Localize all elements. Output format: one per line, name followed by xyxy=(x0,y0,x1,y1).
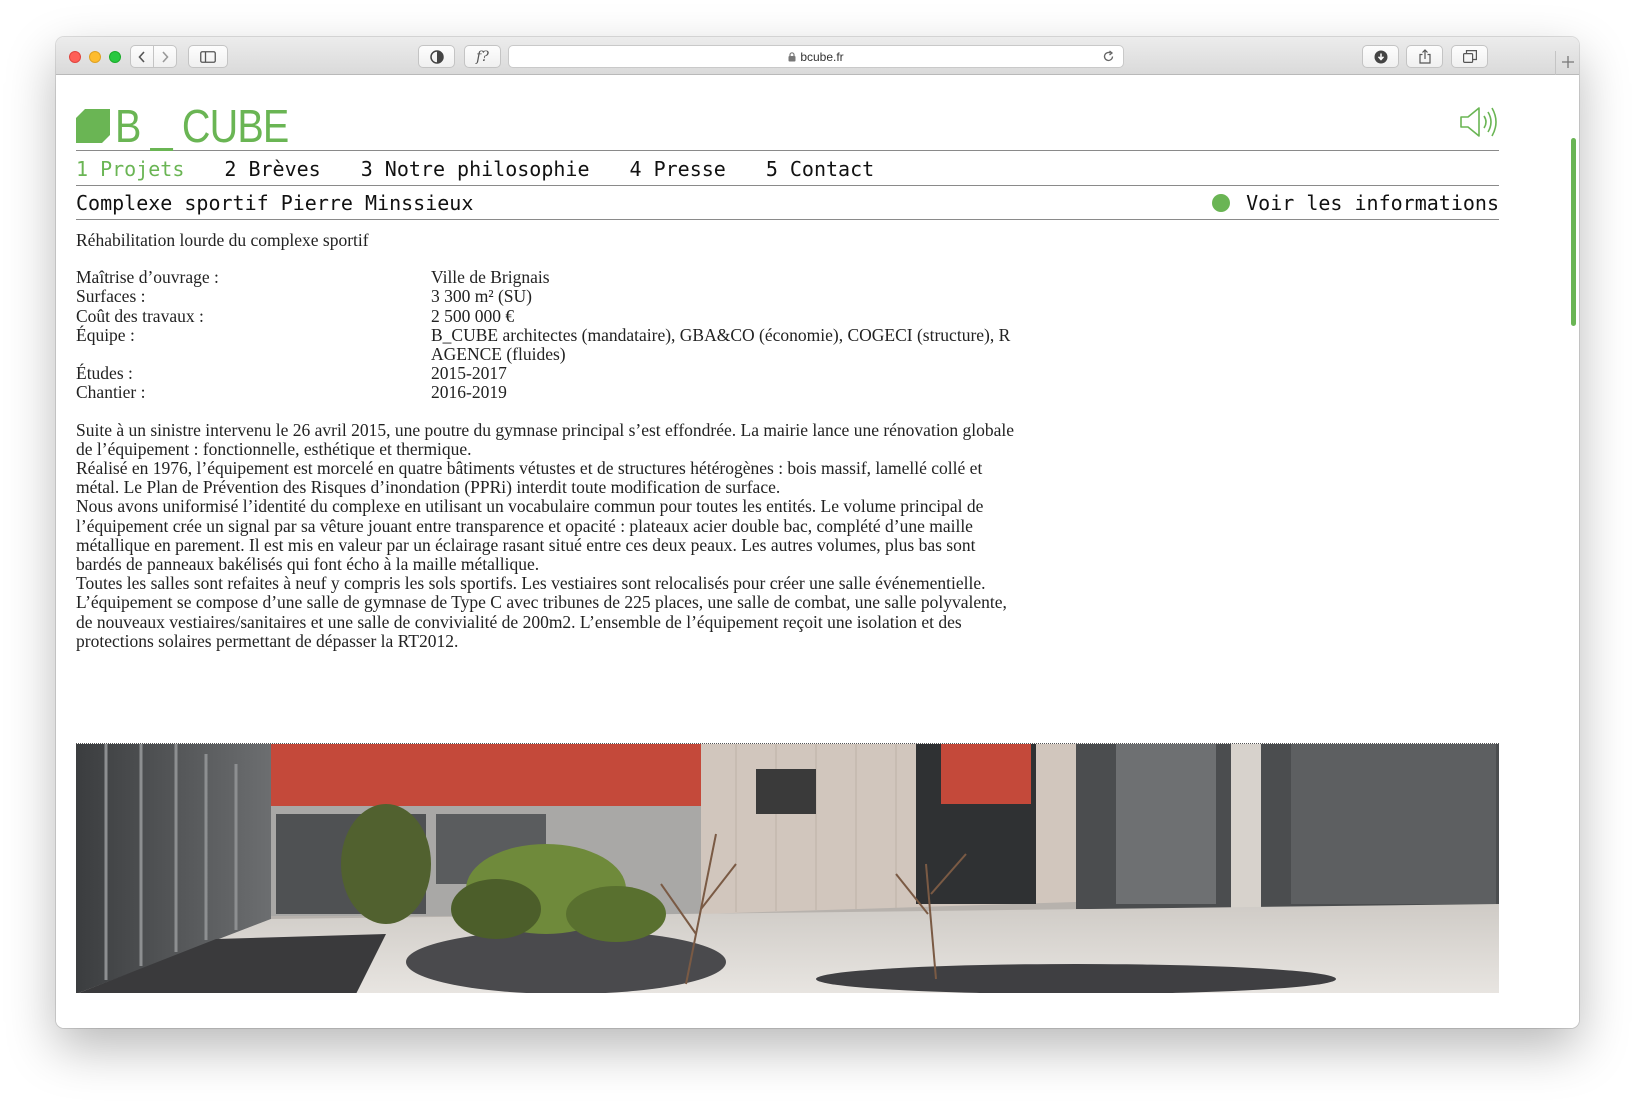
description-paragraph: Réalisé en 1976, l’équipement est morcel… xyxy=(76,458,983,498)
tabs-icon xyxy=(1462,50,1477,63)
browser-window: f? bcube.fr B _ CUBE 1 Projets 2 Brèves … xyxy=(56,37,1579,1028)
scrollbar-thumb[interactable] xyxy=(1571,138,1576,326)
fact-label: Études : xyxy=(76,363,133,384)
fact-value: B_CUBE architectes (mandataire), GBA&CO … xyxy=(431,324,1011,365)
chevron-left-icon xyxy=(138,50,145,63)
fact-label: Coût des travaux : xyxy=(76,305,204,326)
site-header: B _ CUBE xyxy=(76,103,1499,151)
plus-icon xyxy=(1561,56,1574,68)
cube-logo-icon xyxy=(76,109,110,143)
fn-extension-button[interactable]: f? xyxy=(464,45,501,68)
description-paragraph: Nous avons uniformisé l’identité du comp… xyxy=(76,496,984,575)
main-nav: 1 Projets 2 Brèves 3 Notre philosophie 4… xyxy=(76,152,1499,186)
project-title: Complexe sportif Pierre Minssieux xyxy=(76,190,474,215)
project-content: Réhabilitation lourde du complexe sporti… xyxy=(76,230,1021,651)
info-toggle-label: Voir les informations xyxy=(1246,190,1499,215)
project-subtitle: Réhabilitation lourde du complexe sporti… xyxy=(76,230,369,250)
reload-icon[interactable] xyxy=(1102,50,1115,63)
nav-item-contact[interactable]: 5 Contact xyxy=(766,157,874,181)
project-facts: Maîtrise d’ouvrage : Ville de Brignais S… xyxy=(76,268,1021,403)
site-logo[interactable]: B _ CUBE xyxy=(76,103,317,149)
fact-label: Chantier : xyxy=(76,382,146,403)
fact-value: 3 300 m² (SU) xyxy=(431,286,533,307)
downloads-button[interactable] xyxy=(1362,45,1399,68)
nav-item-breves[interactable]: 2 Brèves xyxy=(224,157,320,181)
fact-value: Ville de Brignais xyxy=(431,267,550,288)
sidebar-icon xyxy=(200,50,216,63)
fact-value: 2015-2017 xyxy=(431,363,507,384)
tabs-overview-button[interactable] xyxy=(1451,45,1488,68)
description-paragraph: Toutes les salles sont refaites à neuf y… xyxy=(76,573,986,594)
zoom-window-button[interactable] xyxy=(109,51,121,63)
download-icon xyxy=(1374,50,1387,63)
info-toggle[interactable]: Voir les informations xyxy=(1212,191,1499,215)
fact-label: Équipe : xyxy=(76,324,135,345)
share-button[interactable] xyxy=(1406,45,1443,68)
fact-label: Surfaces : xyxy=(76,286,146,307)
nav-item-philosophie[interactable]: 3 Notre philosophie xyxy=(361,157,590,181)
chevron-right-icon xyxy=(162,50,169,63)
fact-value: 2 500 000 € xyxy=(431,305,515,326)
speaker-icon[interactable] xyxy=(1459,105,1499,139)
description-paragraph: Suite à un sinistre intervenu le 26 avri… xyxy=(76,419,1015,459)
privacy-report-button[interactable] xyxy=(418,45,455,68)
share-icon xyxy=(1418,49,1431,64)
sidebar-button[interactable] xyxy=(188,45,228,68)
new-tab-button[interactable] xyxy=(1555,51,1579,75)
fact-row: Études : 2015-2017 xyxy=(76,364,1021,383)
fact-value: 2016-2019 xyxy=(431,382,507,403)
address-bar[interactable]: bcube.fr xyxy=(508,45,1124,68)
project-description: Suite à un sinistre intervenu le 26 avri… xyxy=(76,419,1021,651)
fact-label: Maîtrise d’ouvrage : xyxy=(76,267,219,288)
description-paragraph: L’équipement se compose d’une salle de g… xyxy=(76,592,1007,651)
back-button[interactable] xyxy=(130,45,154,68)
fact-row: Maîtrise d’ouvrage : Ville de Brignais xyxy=(76,268,1021,287)
green-dot-icon xyxy=(1212,193,1231,212)
fact-row: Coût des travaux : 2 500 000 € xyxy=(76,305,1021,326)
url-text: bcube.fr xyxy=(800,49,844,64)
project-title-bar: Complexe sportif Pierre Minssieux Voir l… xyxy=(76,186,1499,220)
fact-row: Équipe : B_CUBE architectes (mandataire)… xyxy=(76,324,1021,365)
close-window-button[interactable] xyxy=(69,51,81,63)
nav-item-presse[interactable]: 4 Presse xyxy=(629,157,725,181)
logo-text: B _ CUBE xyxy=(115,100,289,152)
fact-row: Chantier : 2016-2019 xyxy=(76,383,1021,402)
forward-button[interactable] xyxy=(153,45,177,68)
lock-icon xyxy=(788,51,796,61)
fact-row: Surfaces : 3 300 m² (SU) xyxy=(76,287,1021,306)
nav-item-projets[interactable]: 1 Projets xyxy=(76,157,184,181)
browser-toolbar: f? bcube.fr xyxy=(56,37,1579,75)
web-page: B _ CUBE 1 Projets 2 Brèves 3 Notre phil… xyxy=(56,76,1579,1028)
shield-icon xyxy=(429,49,444,64)
project-photo xyxy=(76,743,1499,993)
minimize-window-button[interactable] xyxy=(89,51,101,63)
courtyard-photo xyxy=(76,744,1499,993)
